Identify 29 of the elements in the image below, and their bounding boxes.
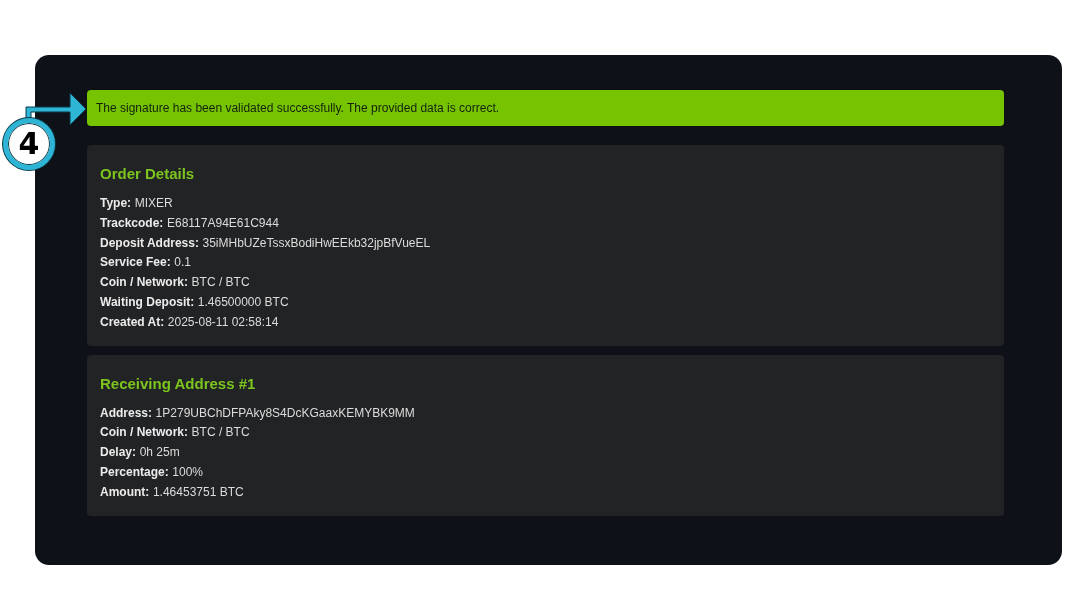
- field-label: Coin / Network:: [100, 424, 188, 442]
- field-value: BTC / BTC: [191, 424, 250, 442]
- field-label: Delay:: [100, 444, 137, 462]
- field-value: 0h 25m: [139, 444, 180, 462]
- card-title: Receiving Address #1: [100, 373, 257, 394]
- field-label: Waiting Deposit:: [100, 294, 195, 311]
- field-label: Percentage:: [100, 463, 169, 481]
- field-label: Type:: [100, 195, 132, 212]
- field-value: 1.46500000 BTC: [197, 294, 289, 311]
- callout-arrow: [25, 93, 86, 125]
- field-label: Address:: [100, 404, 152, 422]
- step-number: 4: [3, 118, 55, 170]
- field-value: 2025-08-11 02:58:14: [167, 313, 279, 331]
- field-value: MIXER: [134, 195, 173, 212]
- field-label: Amount:: [100, 483, 150, 501]
- field-value: 0.1: [174, 254, 191, 272]
- field-value: 35iMHbUZeTssxBodiHwEEkb32jpBfVueEL: [202, 234, 431, 252]
- field-value: 1P279UBChDFPAky8S4DcKGaaxKEMYBK9MM: [155, 404, 415, 422]
- field-label: Trackcode:: [100, 214, 164, 232]
- field-label: Created At:: [100, 313, 165, 331]
- alert-message: The signature has been validated successfully. The provided data is correct.: [96, 101, 500, 115]
- field-value: E68117A94E61C944: [166, 214, 279, 232]
- field-value: BTC / BTC: [191, 274, 250, 292]
- card-title: Order Details: [100, 164, 196, 184]
- field-label: Coin / Network:: [100, 274, 188, 292]
- field-value: 1.46453751 BTC: [152, 483, 244, 501]
- field-label: Service Fee:: [100, 254, 171, 272]
- field-label: Deposit Address:: [100, 234, 199, 252]
- field-value: 100%: [172, 463, 203, 481]
